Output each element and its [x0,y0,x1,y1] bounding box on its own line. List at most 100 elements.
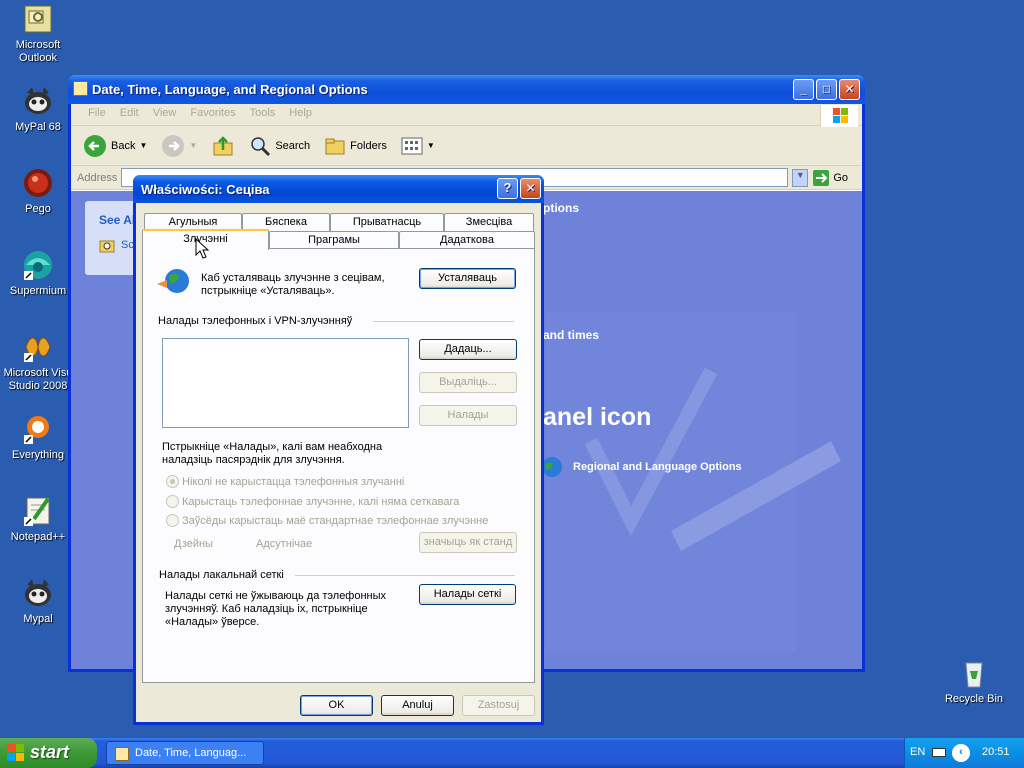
go-arrow-icon [813,169,830,186]
connections-listbox[interactable] [162,338,409,428]
desktop-icon-outlook[interactable]: Microsoft Outlook [0,3,76,65]
apply-button[interactable]: Zastosuj [462,695,535,716]
start-label: start [30,742,70,762]
desktop-icon-everything[interactable]: Everything [0,413,76,462]
internet-properties-dialog: Właściwości: Сеціва ? ✕ Агульныя Бяспека… [133,175,544,725]
radio-always-dial-label: Заўсёды карыстаць маё стандартнае тэлефо… [182,515,489,527]
back-button[interactable]: Back ▼ [79,132,151,160]
tab-privacy[interactable]: Прыватнасць [330,213,444,231]
address-label: Address [77,171,118,184]
views-button[interactable]: ▼ [397,135,439,157]
chevron-down-icon[interactable]: ▼ [139,141,147,150]
radio-always-dial[interactable] [166,514,179,527]
lan-group-label: Налады лакальнай сеткі [159,569,284,581]
windows-logo-icon [820,105,858,127]
visual-studio-icon [22,331,54,363]
desktop-icon-recycle-bin[interactable]: Recycle Bin [936,657,1012,706]
start-button[interactable]: start [0,738,97,768]
go-button[interactable]: Go [812,169,862,187]
menu-edit[interactable]: Edit [113,107,146,125]
desktop-icon-supermium[interactable]: Supermium [0,249,76,298]
task-change-date-time[interactable]: and times [543,328,599,342]
pego-icon [22,167,54,199]
radio-never-dial-label: Ніколі не карыстацца тэлефонныя злучанні [182,476,405,488]
clock[interactable]: 20:51 [982,746,1010,758]
remove-button[interactable]: Выдаліць... [419,372,517,393]
search-icon [251,136,271,156]
setup-description: Каб усталяваць злучэнне з сецівам, пстры… [201,272,385,297]
taskbar-item-date-time[interactable]: Date, Time, Languag... [106,741,264,765]
current-default-value: Адсутнічае [256,538,313,550]
radio-never-dial[interactable] [166,475,179,488]
forward-button[interactable]: ▼ [157,132,201,160]
setup-button[interactable]: Усталяваць [419,268,516,289]
search-button[interactable]: Search [245,133,314,159]
folders-label: Folders [350,139,387,152]
windows-logo-icon [7,744,24,761]
mouse-cursor-icon [195,238,209,259]
dialog-titlebar[interactable]: Właściwości: Сеціва ? ✕ [133,175,544,203]
menu-bar: File Edit View Favorites Tools Help [71,104,862,127]
menu-view[interactable]: View [146,107,184,125]
close-button[interactable]: ✕ [839,79,860,100]
language-indicator[interactable]: EN [910,746,925,758]
control-panel-icon-heading: anel icon [543,403,652,431]
desktop-icon-visual-studio[interactable]: Microsoft Visu Studio 2008 [0,331,76,393]
back-arrow-icon [84,134,106,157]
everything-icon [22,413,54,445]
mypal-icon [22,577,54,609]
desktop-icon-mypal[interactable]: Mypal [0,577,76,626]
desktop-icon-notepadpp[interactable]: Notepad++ [0,495,76,544]
chevron-down-icon[interactable]: ▼ [189,141,197,150]
explorer-titlebar[interactable]: Date, Time, Language, and Regional Optio… [68,75,865,104]
chevron-down-icon[interactable]: ▼ [427,141,435,150]
desktop-icon-label: Pego [25,203,51,215]
menu-help[interactable]: Help [282,107,319,125]
back-label: Back [111,139,136,152]
lan-settings-button[interactable]: Налады сеткі [419,584,516,605]
desktop-icon-label: MyPal 68 [15,121,61,133]
regional-options-link[interactable]: Regional and Language Options [541,456,742,478]
menu-tools[interactable]: Tools [243,107,283,125]
desktop-icon-pego[interactable]: Pego [0,167,76,216]
outlook-icon [22,3,54,35]
taskbar-item-label: Date, Time, Languag... [135,747,247,759]
close-button[interactable]: ✕ [520,178,541,199]
scheduled-tasks-icon [99,240,115,253]
menu-favorites[interactable]: Favorites [183,107,242,125]
forward-arrow-icon [162,134,185,157]
tab-programs[interactable]: Праграмы [269,231,399,249]
control-panel-icon [115,747,129,761]
minimize-button[interactable]: _ [793,79,814,100]
group-divider [373,321,514,322]
ok-button[interactable]: OK [300,695,373,716]
help-button[interactable]: ? [497,178,518,199]
show-hidden-icons-icon[interactable]: ‹ [952,744,970,762]
desktop-icon-mypal68[interactable]: MyPal 68 [0,85,76,134]
radio-dial-when-no-network[interactable] [166,495,179,508]
cancel-button[interactable]: Anuluj [381,695,454,716]
desktop-icon-label: Supermium [9,285,67,297]
desktop-icon-label: Microsoft Visu Studio 2008 [3,367,73,392]
keyboard-icon[interactable] [932,748,946,757]
desktop-icon-label: Recycle Bin [944,693,1004,705]
settings-button[interactable]: Налады [419,405,517,426]
tab-advanced[interactable]: Дадатковa [399,231,535,249]
pick-category-heading: ptions [543,201,579,215]
network-globe-icon [157,269,189,293]
menu-file[interactable]: File [81,107,113,125]
folders-button[interactable]: Folders [320,133,391,159]
system-tray: EN ‹ 20:51 [904,738,1024,768]
address-dropdown-icon[interactable]: ▼ [792,168,809,187]
connections-panel: Каб усталяваць злучэнне з сецівам, пстры… [142,248,535,683]
set-default-button[interactable]: значыць як станд [419,532,517,553]
dialog-title: Właściwości: Сеціва [141,182,270,197]
up-folder-button[interactable] [207,132,239,160]
taskbar: start Date, Time, Languag... EN ‹ 20:51 [0,738,1024,768]
desktop-icon-label: Microsoft Outlook [15,39,61,64]
see-also-item[interactable]: Sc [99,237,134,253]
maximize-button[interactable]: □ [816,79,837,100]
add-button[interactable]: Дадаць... [419,339,517,360]
globe-icon [542,457,562,477]
tab-content[interactable]: Змесціва [444,213,534,231]
